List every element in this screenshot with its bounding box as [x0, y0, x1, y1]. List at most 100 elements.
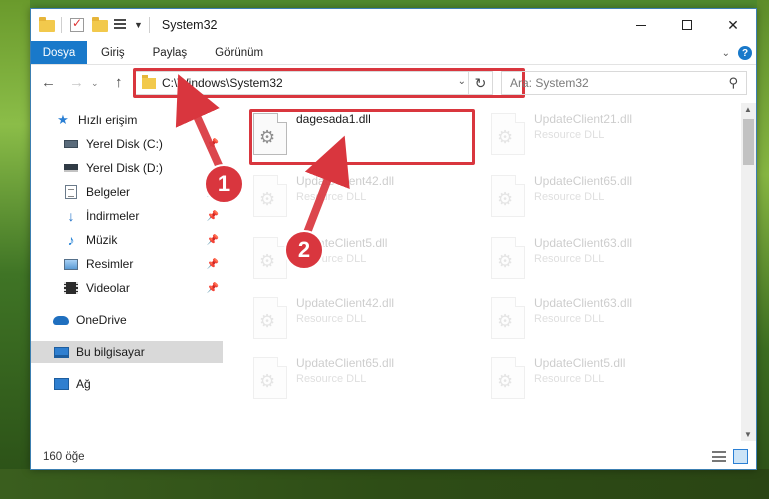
sidebar-item-local-disk-c[interactable]: Yerel Disk (C:) 📌 [31, 133, 223, 155]
sidebar-item-videos[interactable]: Videolar 📌 [31, 277, 223, 299]
sidebar-item-label: Belgeler [86, 185, 131, 199]
file-name: UpdateClient21.dll [534, 112, 633, 126]
file-item[interactable]: ⚙ UpdateClient42.dll Resource DLL [249, 293, 475, 347]
drive-icon [63, 161, 79, 175]
file-type: Resource DLL [534, 191, 605, 203]
tab-home[interactable]: Giriş [87, 41, 139, 64]
vertical-scrollbar[interactable]: ▲ ▼ [741, 103, 756, 441]
sidebar-item-label: Yerel Disk (C:) [86, 137, 163, 151]
sidebar-item-label: OneDrive [76, 313, 127, 327]
dll-file-icon: ⚙ [491, 175, 525, 217]
file-item[interactable]: ⚙ UpdateClient63.dll Resource DLL [487, 293, 713, 347]
desktop-background-right [757, 0, 769, 499]
details-view-icon[interactable] [712, 451, 726, 462]
file-item[interactable]: ⚙ UpdateClient5.dll Resource DLL [249, 233, 475, 287]
pin-icon[interactable]: 📌 [207, 139, 219, 150]
sidebar-item-label: Müzik [86, 233, 118, 247]
sidebar-item-label: Videolar [86, 281, 130, 295]
pin-icon[interactable]: 📌 [207, 211, 219, 222]
file-item[interactable]: ⚙ UpdateClient65.dll Resource DLL [249, 353, 475, 407]
sidebar-item-pictures[interactable]: Resimler 📌 [31, 253, 223, 275]
file-name: UpdateClient65.dll [296, 356, 395, 370]
status-bar: 160 öğe [31, 445, 756, 469]
sidebar-item-documents[interactable]: Belgeler 📌 [31, 181, 223, 203]
tab-view[interactable]: Görünüm [201, 41, 277, 64]
tab-share[interactable]: Paylaş [139, 41, 202, 64]
maximize-button[interactable] [664, 9, 710, 41]
ribbon-tabs: Dosya Giriş Paylaş Görünüm ⌄ ? [31, 41, 756, 65]
sidebar-item-label: Ağ [76, 377, 91, 391]
network-icon [53, 377, 69, 391]
sidebar-item-local-disk-d[interactable]: Yerel Disk (D:) [31, 157, 223, 179]
sidebar-item-onedrive[interactable]: OneDrive [31, 309, 223, 331]
sidebar-item-quick-access[interactable]: ★ Hızlı erişim [31, 109, 223, 131]
file-type: Resource DLL [296, 373, 367, 385]
desktop-background-bottom [0, 469, 769, 499]
star-icon: ★ [57, 112, 69, 127]
minimize-icon [636, 24, 646, 26]
search-input[interactable]: Ara: System32 ⚲ [501, 71, 747, 95]
navigation-bar: ← → ⌄ ↑ C:\Windows\System32 ⌄ ↻ Ara: Sys… [31, 66, 756, 100]
file-item[interactable]: ⚙ UpdateClient63.dll Resource DLL [487, 233, 713, 287]
sidebar-item-network[interactable]: Ağ [31, 373, 223, 395]
toolbar-separator [61, 17, 62, 33]
window-title: System32 [161, 18, 218, 32]
properties-check-icon[interactable] [70, 16, 84, 32]
minimize-button[interactable] [618, 9, 664, 41]
file-name: UpdateClient63.dll [534, 236, 633, 250]
forward-arrow-icon[interactable]: → [69, 74, 84, 91]
search-icon[interactable]: ⚲ [728, 75, 738, 91]
file-item[interactable]: ⚙ UpdateClient5.dll Resource DLL [487, 353, 713, 407]
ribbon-right-controls: ⌄ ? [722, 41, 752, 65]
scroll-up-icon[interactable]: ▲ [744, 105, 752, 114]
file-name: UpdateClient63.dll [534, 296, 633, 310]
file-type: Resource DLL [534, 373, 605, 385]
close-button[interactable]: ✕ [710, 9, 756, 41]
address-highlight-box [133, 68, 525, 98]
file-highlight-box [249, 109, 475, 165]
sidebar-item-label: İndirmeler [86, 209, 140, 223]
quick-access-properties-icon[interactable] [114, 18, 130, 32]
dll-file-icon: ⚙ [253, 297, 287, 339]
navigation-pane: ★ Hızlı erişim Yerel Disk (C:) 📌 Yerel D… [31, 103, 227, 441]
sidebar-item-label: Hızlı erişim [78, 113, 138, 127]
title-bar: ▼ System32 ✕ [31, 9, 756, 41]
pin-icon[interactable]: 📌 [207, 283, 219, 294]
pin-icon[interactable]: 📌 [207, 259, 219, 270]
large-icons-view-icon[interactable] [733, 449, 748, 464]
dll-file-icon: ⚙ [491, 297, 525, 339]
downloads-icon: ↓ [67, 208, 75, 224]
drive-icon [63, 137, 79, 151]
up-arrow-icon[interactable]: ↑ [115, 74, 123, 91]
sidebar-item-label: Bu bilgisayar [76, 345, 145, 359]
pictures-icon [63, 257, 79, 271]
file-type: Resource DLL [534, 253, 605, 265]
file-name: UpdateClient5.dll [534, 356, 626, 370]
pin-icon[interactable]: 📌 [207, 235, 219, 246]
new-folder-icon[interactable] [92, 17, 108, 32]
tab-file[interactable]: Dosya [31, 41, 87, 64]
desktop-background [0, 0, 30, 499]
step-1-badge: 1 [204, 164, 244, 204]
sidebar-item-music[interactable]: ♪ Müzik 📌 [31, 229, 223, 251]
search-placeholder: Ara: System32 [510, 76, 589, 90]
file-item[interactable]: ⚙ UpdateClient42.dll Resource DLL [249, 171, 475, 225]
expand-ribbon-icon[interactable]: ⌄ [722, 48, 730, 59]
sidebar-item-label: Yerel Disk (D:) [86, 161, 163, 175]
scroll-down-icon[interactable]: ▼ [744, 430, 752, 439]
title-separator [148, 17, 150, 33]
recent-locations-icon[interactable]: ⌄ [91, 78, 99, 89]
dll-file-icon: ⚙ [253, 237, 287, 279]
scroll-thumb[interactable] [743, 119, 754, 165]
sidebar-item-this-pc[interactable]: Bu bilgisayar [31, 341, 223, 363]
dll-file-icon: ⚙ [253, 357, 287, 399]
sidebar-item-downloads[interactable]: ↓ İndirmeler 📌 [31, 205, 223, 227]
help-icon[interactable]: ? [738, 46, 752, 60]
customize-quick-access-icon[interactable]: ▼ [134, 20, 143, 30]
back-arrow-icon[interactable]: ← [41, 74, 56, 91]
file-item[interactable]: ⚙ UpdateClient21.dll Resource DLL [487, 109, 713, 163]
videos-icon [63, 281, 79, 295]
file-type: Resource DLL [296, 191, 367, 203]
file-name: UpdateClient42.dll [296, 296, 395, 310]
file-item[interactable]: ⚙ UpdateClient65.dll Resource DLL [487, 171, 713, 225]
